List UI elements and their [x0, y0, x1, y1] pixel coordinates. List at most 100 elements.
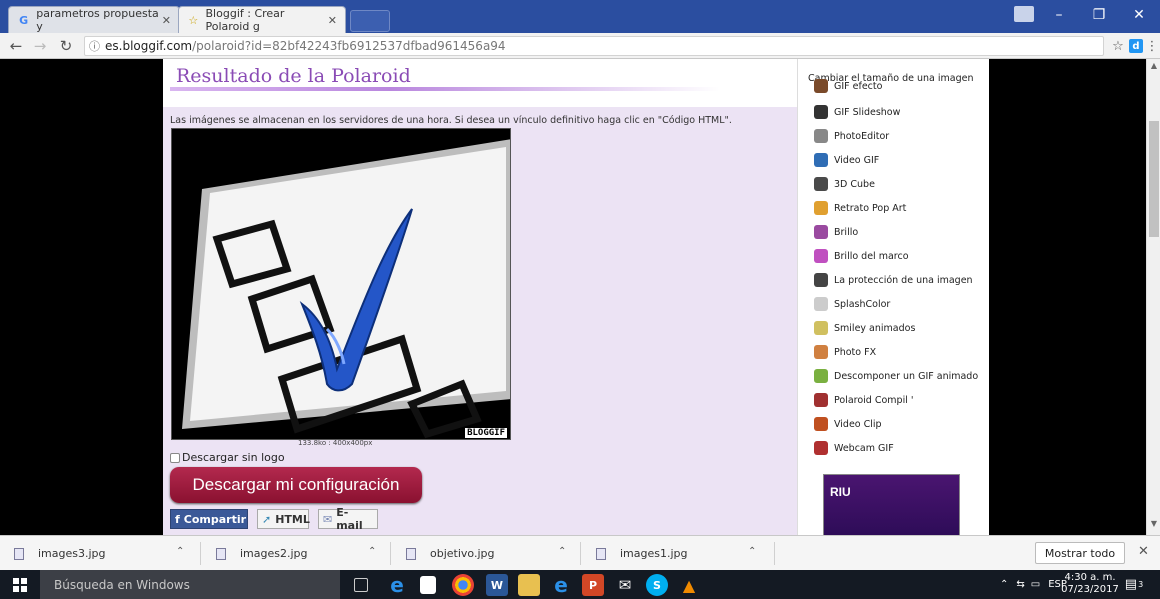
page-viewport: Resultado de la Polaroid Las imágenes se…: [0, 59, 1160, 535]
download-item[interactable]: images1.jpg ⌃: [596, 536, 766, 571]
webcam-gif-icon: [814, 441, 828, 455]
html-code-button[interactable]: ➚ HTML: [257, 509, 310, 529]
battery-icon[interactable]: ▭: [1031, 579, 1040, 590]
google-icon: G: [19, 13, 29, 27]
edge-icon[interactable]: e: [386, 573, 408, 597]
sidebar-item-polaroid-compil[interactable]: Polaroid Compil ': [814, 389, 984, 411]
user-profile-button[interactable]: [1014, 6, 1034, 22]
downloads-bar: images3.jpg ⌃ images2.jpg ⌃ objetivo.jpg…: [0, 535, 1160, 570]
windows-search-input[interactable]: Búsqueda en Windows: [40, 570, 340, 599]
sidebar-item-photo-fx[interactable]: Photo FX: [814, 341, 984, 363]
gif-slideshow-icon: [814, 105, 828, 119]
divider: [390, 542, 391, 565]
sidebar-item-smiley[interactable]: Smiley animados: [814, 317, 984, 339]
no-logo-label: Descargar sin logo: [182, 451, 285, 464]
gif-efecto-icon: [814, 79, 828, 93]
sidebar-item-gif-slideshow[interactable]: GIF Slideshow: [814, 101, 984, 123]
advertisement[interactable]: RIU: [823, 474, 960, 535]
address-bar[interactable]: ⓘ es.bloggif.com/polaroid?id=82bf42243fb…: [84, 36, 1104, 56]
sidebar-item-brillo[interactable]: Brillo: [814, 221, 984, 243]
clock[interactable]: 4:30 a. m. 07/23/2017: [1060, 572, 1120, 596]
image-meta: 133.8ko : 400x400px: [298, 439, 373, 447]
tab-bloggif[interactable]: ☆ Bloggif : Crear Polaroid g ✕: [178, 6, 346, 33]
chevron-up-icon[interactable]: ⌃: [558, 546, 566, 557]
notification-icon[interactable]: ▤ 3: [1124, 574, 1144, 594]
splashcolor-icon: [814, 297, 828, 311]
no-logo-checkbox-row[interactable]: Descargar sin logo: [170, 451, 285, 464]
notification-glyph: ▤: [1124, 576, 1138, 592]
tab-label: parametros propuesta y: [36, 7, 159, 33]
tools-sidebar: Cambiar el tamaño de una imagen GIF efec…: [797, 59, 989, 535]
download-item[interactable]: objetivo.jpg ⌃: [406, 536, 576, 571]
windows-start-icon[interactable]: [0, 570, 40, 599]
restore-button[interactable]: ❐: [1082, 0, 1116, 30]
sidebar-item-brillo-marco[interactable]: Brillo del marco: [814, 245, 984, 267]
tab-label: Bloggif : Crear Polaroid g: [205, 7, 285, 33]
network-icon[interactable]: ⇆: [1016, 579, 1024, 590]
back-arrow-icon[interactable]: ←: [6, 36, 26, 56]
minimize-button[interactable]: –: [1042, 0, 1076, 30]
show-all-button[interactable]: Mostrar todo: [1035, 542, 1125, 564]
chevron-up-icon[interactable]: ⌃: [748, 546, 756, 557]
skype-icon[interactable]: S: [646, 574, 668, 596]
divider: [200, 542, 201, 565]
chevron-up-icon[interactable]: ⌃: [1000, 579, 1008, 590]
image-file-icon: [216, 547, 226, 560]
info-icon[interactable]: ⓘ: [89, 38, 100, 54]
tab-close-icon[interactable]: ✕: [162, 14, 171, 27]
sidebar-item-descomponer[interactable]: Descomponer un GIF animado: [814, 365, 984, 387]
scroll-up-icon[interactable]: ▲: [1149, 61, 1159, 73]
file-explorer-icon[interactable]: [518, 574, 540, 596]
photoeditor-icon: [814, 129, 828, 143]
task-view-icon[interactable]: [354, 578, 368, 592]
menu-kebab-icon[interactable]: ⋮: [1142, 36, 1160, 56]
scroll-down-icon[interactable]: ▼: [1149, 519, 1159, 531]
download-item[interactable]: images3.jpg ⌃: [14, 536, 194, 571]
facebook-share-button[interactable]: f Compartir: [170, 509, 248, 529]
sidebar-item-video-gif[interactable]: Video GIF: [814, 149, 984, 171]
mail-icon[interactable]: ✉: [614, 574, 636, 596]
chevron-up-icon[interactable]: ⌃: [176, 546, 184, 557]
photo-fx-icon: [814, 345, 828, 359]
3d-cube-icon: [814, 177, 828, 191]
download-button[interactable]: Descargar mi configuración: [170, 467, 422, 503]
vlc-icon[interactable]: ▲: [678, 574, 700, 596]
sidebar-item-gif-efecto[interactable]: GIF efecto: [814, 75, 984, 97]
sidebar-item-webcam-gif[interactable]: Webcam GIF: [814, 437, 984, 459]
polaroid-graphic: [172, 129, 510, 439]
sidebar-item-3d-cube[interactable]: 3D Cube: [814, 173, 984, 195]
smiley-icon: [814, 321, 828, 335]
internet-explorer-icon[interactable]: e: [550, 573, 572, 597]
new-tab-button[interactable]: [350, 10, 390, 32]
no-logo-checkbox[interactable]: [170, 452, 180, 463]
page-title: Resultado de la Polaroid: [176, 65, 411, 87]
chrome-icon[interactable]: [452, 574, 474, 596]
reload-icon[interactable]: ↻: [56, 36, 76, 56]
sidebar-item-video-clip[interactable]: Video Clip: [814, 413, 984, 435]
powerpoint-icon[interactable]: P: [582, 574, 604, 596]
browser-toolbar: ← → ↻ ⓘ es.bloggif.com/polaroid?id=82bf4…: [0, 33, 1160, 59]
forward-arrow-icon[interactable]: →: [30, 36, 50, 56]
sidebar-item-proteccion[interactable]: La protección de una imagen: [814, 269, 984, 291]
chevron-up-icon[interactable]: ⌃: [368, 546, 376, 557]
share-arrow-icon: ➚: [262, 512, 272, 526]
email-button[interactable]: ✉ E-mail: [318, 506, 378, 532]
close-icon[interactable]: ✕: [1138, 544, 1149, 559]
close-window-button[interactable]: ✕: [1122, 0, 1156, 30]
facebook-icon: f: [175, 512, 180, 526]
sidebar-item-pop-art[interactable]: Retrato Pop Art: [814, 197, 984, 219]
download-item[interactable]: images2.jpg ⌃: [216, 536, 386, 571]
image-file-icon: [406, 547, 416, 560]
scroll-thumb[interactable]: [1149, 121, 1159, 237]
video-clip-icon: [814, 417, 828, 431]
tab-google-search[interactable]: G parametros propuesta y ✕: [8, 6, 180, 33]
bookmark-star-icon[interactable]: ☆: [1108, 36, 1128, 56]
word-icon[interactable]: W: [486, 574, 508, 596]
store-icon[interactable]: [420, 576, 436, 594]
sidebar-item-photoeditor[interactable]: PhotoEditor: [814, 125, 984, 147]
page-scrollbar[interactable]: ▲ ▼: [1146, 59, 1160, 535]
sidebar-item-splashcolor[interactable]: SplashColor: [814, 293, 984, 315]
image-file-icon: [14, 547, 24, 560]
polaroid-result-image[interactable]: BLOGGIF: [171, 128, 511, 440]
tab-close-icon[interactable]: ✕: [328, 14, 337, 27]
